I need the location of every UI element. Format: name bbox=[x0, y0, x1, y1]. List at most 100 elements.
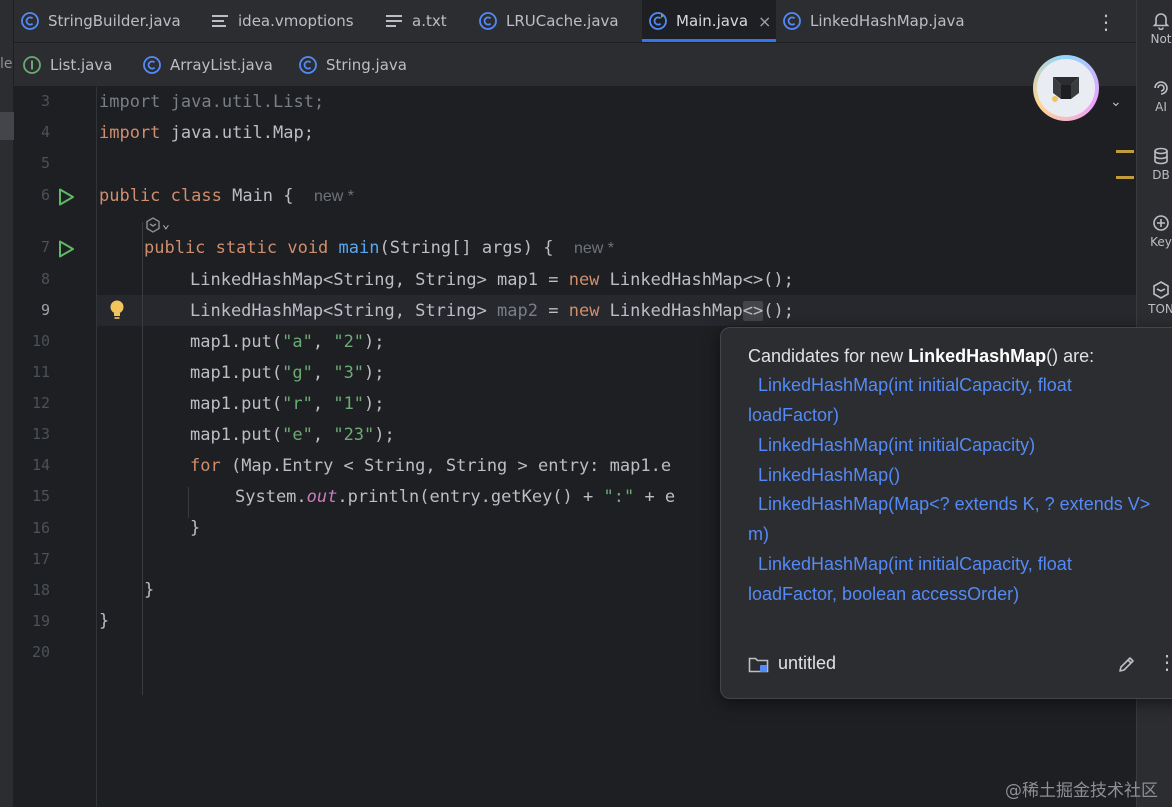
close-icon[interactable]: × bbox=[758, 12, 771, 31]
tab-linkedhashmap[interactable]: LinkedHashMap.java bbox=[782, 0, 965, 42]
code-line-12: map1.put("r", "1"); bbox=[190, 389, 385, 420]
popup-footer[interactable]: untitled bbox=[748, 653, 836, 674]
string-literal: "2" bbox=[333, 332, 365, 352]
candidate-link[interactable]: LinkedHashMap() bbox=[758, 460, 900, 490]
candidate-link[interactable]: loadFactor, boolean accessOrder) bbox=[748, 579, 1019, 609]
keyword: public bbox=[99, 186, 161, 206]
code-text: System. bbox=[235, 487, 307, 507]
tool-label: TON bbox=[1148, 302, 1172, 316]
code-text: + e bbox=[634, 487, 676, 507]
code-line-4: import java.util.Map; bbox=[99, 118, 314, 149]
tab-a-txt[interactable]: a.txt bbox=[384, 0, 447, 42]
string-literal: "3" bbox=[333, 363, 365, 383]
line-number: 20 bbox=[31, 643, 50, 661]
tab-label: a.txt bbox=[412, 12, 447, 30]
text-file-icon bbox=[384, 11, 404, 31]
line-number: 18 bbox=[31, 581, 50, 599]
lightbulb-icon[interactable] bbox=[108, 299, 126, 321]
tab-arraylist-java[interactable]: ArrayList.java bbox=[142, 43, 273, 86]
database-icon bbox=[1154, 147, 1168, 165]
tab-main-java[interactable]: Main.java × bbox=[642, 0, 776, 42]
line-number: 9 bbox=[40, 301, 50, 319]
edit-pencil-icon[interactable] bbox=[1117, 654, 1137, 674]
tab-string-java[interactable]: String.java bbox=[298, 43, 407, 86]
line-number: 8 bbox=[40, 270, 50, 288]
key-promoter-tool[interactable]: Key bbox=[1141, 213, 1172, 249]
editor-tabs-row-1: StringBuilder.java idea.vmoptions a.txt … bbox=[14, 0, 1136, 43]
keyword: import bbox=[99, 123, 161, 143]
keyword: void bbox=[287, 238, 329, 258]
chevron-down-icon[interactable]: ⌄ bbox=[1110, 94, 1122, 110]
tab-label: LRUCache.java bbox=[506, 12, 619, 30]
string-literal: "23" bbox=[333, 425, 375, 445]
line-number: 16 bbox=[31, 519, 50, 537]
ai-assistant-tool[interactable]: AI bbox=[1141, 78, 1172, 114]
vcs-hint[interactable]: new * bbox=[314, 188, 354, 205]
code-text: , bbox=[312, 363, 334, 383]
string-literal: ":" bbox=[603, 487, 635, 507]
tab-idea-vmoptions[interactable]: idea.vmoptions bbox=[210, 0, 354, 42]
code-line-19: } bbox=[99, 606, 109, 637]
code-text: ); bbox=[364, 332, 385, 352]
candidate-link[interactable]: loadFactor) bbox=[748, 400, 839, 430]
tab-label: LinkedHashMap.java bbox=[810, 12, 965, 30]
more-tabs-menu-icon[interactable]: ⋮ bbox=[1096, 10, 1116, 34]
class-icon bbox=[20, 11, 40, 31]
tool-label: AI bbox=[1155, 100, 1167, 114]
project-panel-fragment: le bbox=[0, 56, 13, 72]
string-literal: "r" bbox=[282, 394, 313, 414]
string-literal: "g" bbox=[282, 363, 313, 383]
line-number: 12 bbox=[31, 394, 50, 412]
code-text: (); bbox=[763, 301, 794, 321]
editor-gutter: 3 4 5 6 7 8 9 10 11 12 13 14 15 16 17 18… bbox=[14, 87, 124, 807]
keyword: new bbox=[568, 301, 600, 321]
candidate-link[interactable]: LinkedHashMap(int initialCapacity) bbox=[758, 430, 1035, 460]
class-icon bbox=[782, 11, 802, 31]
diamond-operator[interactable]: <> bbox=[742, 301, 764, 321]
run-icon[interactable] bbox=[56, 239, 76, 259]
database-tool[interactable]: DB bbox=[1141, 146, 1172, 182]
scrollbar-marker[interactable] bbox=[1116, 176, 1134, 179]
run-icon[interactable] bbox=[56, 187, 76, 207]
more-options-icon[interactable]: ⋮ bbox=[1157, 650, 1172, 675]
code-text: } bbox=[144, 580, 155, 600]
line-number: 19 bbox=[31, 612, 50, 630]
tab-stringbuilder[interactable]: StringBuilder.java bbox=[20, 0, 181, 42]
line-number: 10 bbox=[31, 332, 50, 350]
code-text: ); bbox=[364, 394, 385, 414]
line-number: 14 bbox=[31, 456, 50, 474]
scrollbar-marker[interactable] bbox=[1116, 150, 1134, 153]
class-icon bbox=[298, 55, 318, 75]
code-line-3: import java.util.List; bbox=[99, 87, 324, 118]
candidate-link[interactable]: LinkedHashMap(int initialCapacity, float bbox=[758, 370, 1072, 400]
candidate-link[interactable]: LinkedHashMap(int initialCapacity, float bbox=[758, 549, 1072, 579]
code-text: = bbox=[538, 301, 569, 321]
string-literal: "1" bbox=[333, 394, 365, 414]
tool-label: Not bbox=[1150, 32, 1172, 46]
code-text: map1.put( bbox=[190, 332, 283, 352]
code-text: (Map.Entry < String, String > entry: map… bbox=[220, 456, 672, 476]
code-text: ); bbox=[374, 425, 395, 445]
string-literal: "e" bbox=[282, 425, 313, 445]
ai-logo-icon bbox=[1052, 77, 1079, 102]
tab-lrucache[interactable]: LRUCache.java bbox=[478, 0, 619, 42]
code-text: .println(entry.getKey() + bbox=[337, 487, 604, 507]
tab-list-java[interactable]: List.java bbox=[22, 43, 112, 86]
class-icon bbox=[648, 11, 668, 31]
line-number: 5 bbox=[40, 154, 50, 172]
watermark: @稀土掘金技术社区 bbox=[1005, 781, 1158, 801]
notifications-tool[interactable]: Not bbox=[1141, 10, 1172, 46]
ai-code-vision-icon bbox=[146, 216, 160, 233]
tongyi-tool[interactable]: TON bbox=[1141, 280, 1172, 316]
candidate-link[interactable]: LinkedHashMap(Map<? extends K, ? extends… bbox=[758, 489, 1150, 519]
static-field: out bbox=[306, 487, 338, 507]
code-line-18: } bbox=[144, 575, 154, 606]
method-name: main bbox=[338, 238, 380, 258]
ai-assistant-avatar[interactable] bbox=[1033, 55, 1099, 121]
gutter-separator bbox=[96, 87, 97, 807]
keyword: new bbox=[568, 270, 600, 290]
candidate-link[interactable]: m) bbox=[748, 519, 769, 549]
vcs-hint[interactable]: new * bbox=[574, 240, 614, 257]
popup-title: Candidates for new LinkedHashMap() are: bbox=[748, 346, 1094, 367]
line-number: 15 bbox=[31, 487, 50, 505]
